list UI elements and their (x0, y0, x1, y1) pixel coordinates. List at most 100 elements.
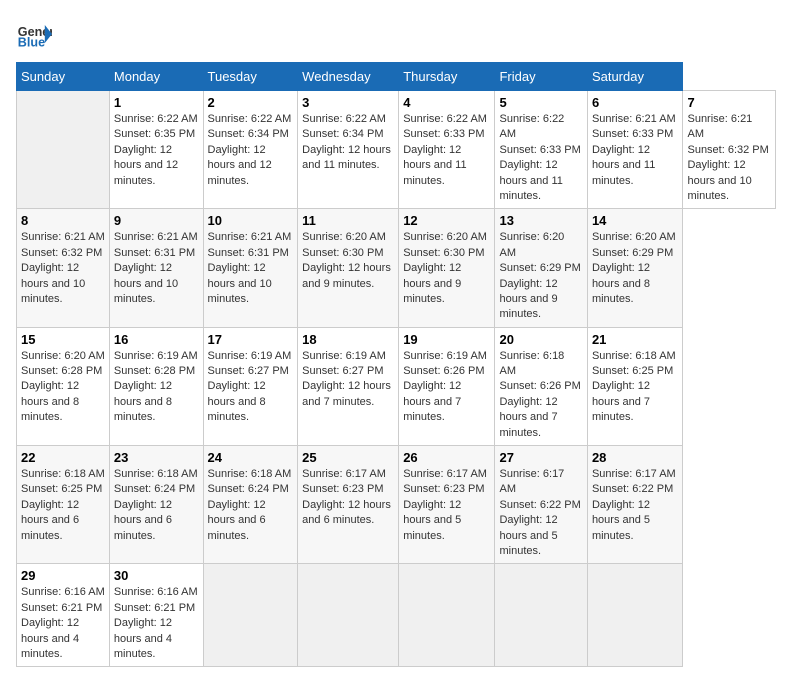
day-number: 21 (592, 332, 679, 347)
day-info: Sunrise: 6:21 AMSunset: 6:31 PMDaylight:… (114, 231, 198, 305)
day-info: Sunrise: 6:18 AMSunset: 6:24 PMDaylight:… (114, 468, 198, 542)
day-cell-10: 10 Sunrise: 6:21 AMSunset: 6:31 PMDayligh… (203, 209, 298, 327)
svg-text:Blue: Blue (18, 36, 45, 50)
day-cell-22: 22 Sunrise: 6:18 AMSunset: 6:25 PMDayligh… (17, 446, 110, 564)
day-number: 13 (499, 213, 582, 228)
day-number: 20 (499, 332, 582, 347)
day-number: 3 (302, 95, 394, 110)
day-cell-9: 9 Sunrise: 6:21 AMSunset: 6:31 PMDaylight… (109, 209, 203, 327)
calendar-week-4: 22 Sunrise: 6:18 AMSunset: 6:25 PMDayligh… (17, 446, 776, 564)
day-cell-30: 30 Sunrise: 6:16 AMSunset: 6:21 PMDayligh… (109, 564, 203, 667)
day-info: Sunrise: 6:18 AMSunset: 6:25 PMDaylight:… (21, 468, 105, 542)
day-cell-3: 3 Sunrise: 6:22 AMSunset: 6:34 PMDaylight… (298, 91, 399, 209)
day-number: 12 (403, 213, 490, 228)
day-number: 24 (208, 450, 294, 465)
day-cell-16: 16 Sunrise: 6:19 AMSunset: 6:28 PMDayligh… (109, 327, 203, 445)
day-info: Sunrise: 6:21 AMSunset: 6:33 PMDaylight:… (592, 113, 676, 187)
day-cell-21: 21 Sunrise: 6:18 AMSunset: 6:25 PMDayligh… (587, 327, 683, 445)
column-header-thursday: Thursday (399, 63, 495, 91)
day-info: Sunrise: 6:22 AMSunset: 6:33 PMDaylight:… (499, 113, 580, 202)
day-info: Sunrise: 6:17 AMSunset: 6:23 PMDaylight:… (302, 468, 391, 526)
calendar-week-2: 8Sunrise: 6:21 AMSunset: 6:32 PMDaylight… (17, 209, 776, 327)
day-cell-24: 24 Sunrise: 6:18 AMSunset: 6:24 PMDayligh… (203, 446, 298, 564)
day-cell-27: 27 Sunrise: 6:17 AMSunset: 6:22 PMDayligh… (495, 446, 587, 564)
day-number: 5 (499, 95, 582, 110)
column-header-monday: Monday (109, 63, 203, 91)
column-header-saturday: Saturday (587, 63, 683, 91)
day-number: 6 (592, 95, 679, 110)
logo-icon: General Blue (16, 16, 52, 52)
day-number: 25 (302, 450, 394, 465)
day-cell-20: 20Sunrise: 6:18 AMSunset: 6:26 PMDayligh… (495, 327, 587, 445)
day-number: 27 (499, 450, 582, 465)
day-number: 17 (208, 332, 294, 347)
day-number: 10 (208, 213, 294, 228)
day-cell-5: 5 Sunrise: 6:22 AMSunset: 6:33 PMDaylight… (495, 91, 587, 209)
empty-cell (298, 564, 399, 667)
empty-cell (399, 564, 495, 667)
day-cell-6: 6 Sunrise: 6:21 AMSunset: 6:33 PMDaylight… (587, 91, 683, 209)
day-info: Sunrise: 6:21 AMSunset: 6:31 PMDaylight:… (208, 231, 292, 305)
day-info: Sunrise: 6:17 AMSunset: 6:22 PMDaylight:… (499, 468, 580, 557)
day-info: Sunrise: 6:22 AMSunset: 6:33 PMDaylight:… (403, 113, 487, 187)
day-number: 4 (403, 95, 490, 110)
day-number: 23 (114, 450, 199, 465)
day-info: Sunrise: 6:16 AMSunset: 6:21 PMDaylight:… (114, 586, 198, 660)
day-info: Sunrise: 6:16 AMSunset: 6:21 PMDaylight:… (21, 586, 105, 660)
day-cell-15: 15Sunrise: 6:20 AMSunset: 6:28 PMDayligh… (17, 327, 110, 445)
day-info: Sunrise: 6:19 AMSunset: 6:27 PMDaylight:… (208, 350, 292, 424)
day-number: 9 (114, 213, 199, 228)
empty-cell (495, 564, 587, 667)
calendar-table: SundayMondayTuesdayWednesdayThursdayFrid… (16, 62, 776, 667)
day-info: Sunrise: 6:19 AMSunset: 6:26 PMDaylight:… (403, 350, 487, 424)
day-info: Sunrise: 6:21 AMSunset: 6:32 PMDaylight:… (687, 113, 768, 202)
day-number: 26 (403, 450, 490, 465)
day-number: 15 (21, 332, 105, 347)
day-number: 2 (208, 95, 294, 110)
day-number: 18 (302, 332, 394, 347)
logo: General Blue (16, 16, 52, 52)
day-info: Sunrise: 6:18 AMSunset: 6:24 PMDaylight:… (208, 468, 292, 542)
day-number: 29 (21, 568, 105, 583)
day-cell-18: 18 Sunrise: 6:19 AMSunset: 6:27 PMDayligh… (298, 327, 399, 445)
day-number: 11 (302, 213, 394, 228)
column-header-tuesday: Tuesday (203, 63, 298, 91)
day-number: 22 (21, 450, 105, 465)
column-header-friday: Friday (495, 63, 587, 91)
day-cell-8: 8Sunrise: 6:21 AMSunset: 6:32 PMDaylight… (17, 209, 110, 327)
column-header-sunday: Sunday (17, 63, 110, 91)
day-cell-13: 13 Sunrise: 6:20 AMSunset: 6:29 PMDayligh… (495, 209, 587, 327)
day-cell-25: 25 Sunrise: 6:17 AMSunset: 6:23 PMDayligh… (298, 446, 399, 564)
day-cell-23: 23 Sunrise: 6:18 AMSunset: 6:24 PMDayligh… (109, 446, 203, 564)
calendar-week-1: 1 Sunrise: 6:22 AMSunset: 6:35 PMDaylight… (17, 91, 776, 209)
day-info: Sunrise: 6:19 AMSunset: 6:27 PMDaylight:… (302, 350, 391, 408)
day-number: 16 (114, 332, 199, 347)
day-info: Sunrise: 6:17 AMSunset: 6:23 PMDaylight:… (403, 468, 487, 542)
day-info: Sunrise: 6:17 AMSunset: 6:22 PMDaylight:… (592, 468, 676, 542)
day-number: 30 (114, 568, 199, 583)
day-number: 7 (687, 95, 771, 110)
day-info: Sunrise: 6:18 AMSunset: 6:25 PMDaylight:… (592, 350, 676, 424)
day-info: Sunrise: 6:20 AMSunset: 6:29 PMDaylight:… (499, 231, 580, 320)
day-cell-1: 1 Sunrise: 6:22 AMSunset: 6:35 PMDaylight… (109, 91, 203, 209)
day-info: Sunrise: 6:22 AMSunset: 6:35 PMDaylight:… (114, 113, 198, 187)
day-cell-19: 19Sunrise: 6:19 AMSunset: 6:26 PMDayligh… (399, 327, 495, 445)
day-info: Sunrise: 6:19 AMSunset: 6:28 PMDaylight:… (114, 350, 198, 424)
day-cell-2: 2 Sunrise: 6:22 AMSunset: 6:34 PMDaylight… (203, 91, 298, 209)
day-info: Sunrise: 6:22 AMSunset: 6:34 PMDaylight:… (302, 113, 391, 171)
day-cell-14: 14 Sunrise: 6:20 AMSunset: 6:29 PMDayligh… (587, 209, 683, 327)
day-info: Sunrise: 6:20 AMSunset: 6:30 PMDaylight:… (302, 231, 391, 289)
day-info: Sunrise: 6:21 AMSunset: 6:32 PMDaylight:… (21, 231, 105, 305)
day-number: 14 (592, 213, 679, 228)
day-number: 1 (114, 95, 199, 110)
empty-cell (17, 91, 110, 209)
empty-cell (587, 564, 683, 667)
empty-cell (203, 564, 298, 667)
day-info: Sunrise: 6:20 AMSunset: 6:30 PMDaylight:… (403, 231, 487, 305)
day-cell-4: 4 Sunrise: 6:22 AMSunset: 6:33 PMDaylight… (399, 91, 495, 209)
day-info: Sunrise: 6:22 AMSunset: 6:34 PMDaylight:… (208, 113, 292, 187)
day-cell-26: 26 Sunrise: 6:17 AMSunset: 6:23 PMDayligh… (399, 446, 495, 564)
column-header-wednesday: Wednesday (298, 63, 399, 91)
day-number: 28 (592, 450, 679, 465)
day-info: Sunrise: 6:20 AMSunset: 6:29 PMDaylight:… (592, 231, 676, 305)
